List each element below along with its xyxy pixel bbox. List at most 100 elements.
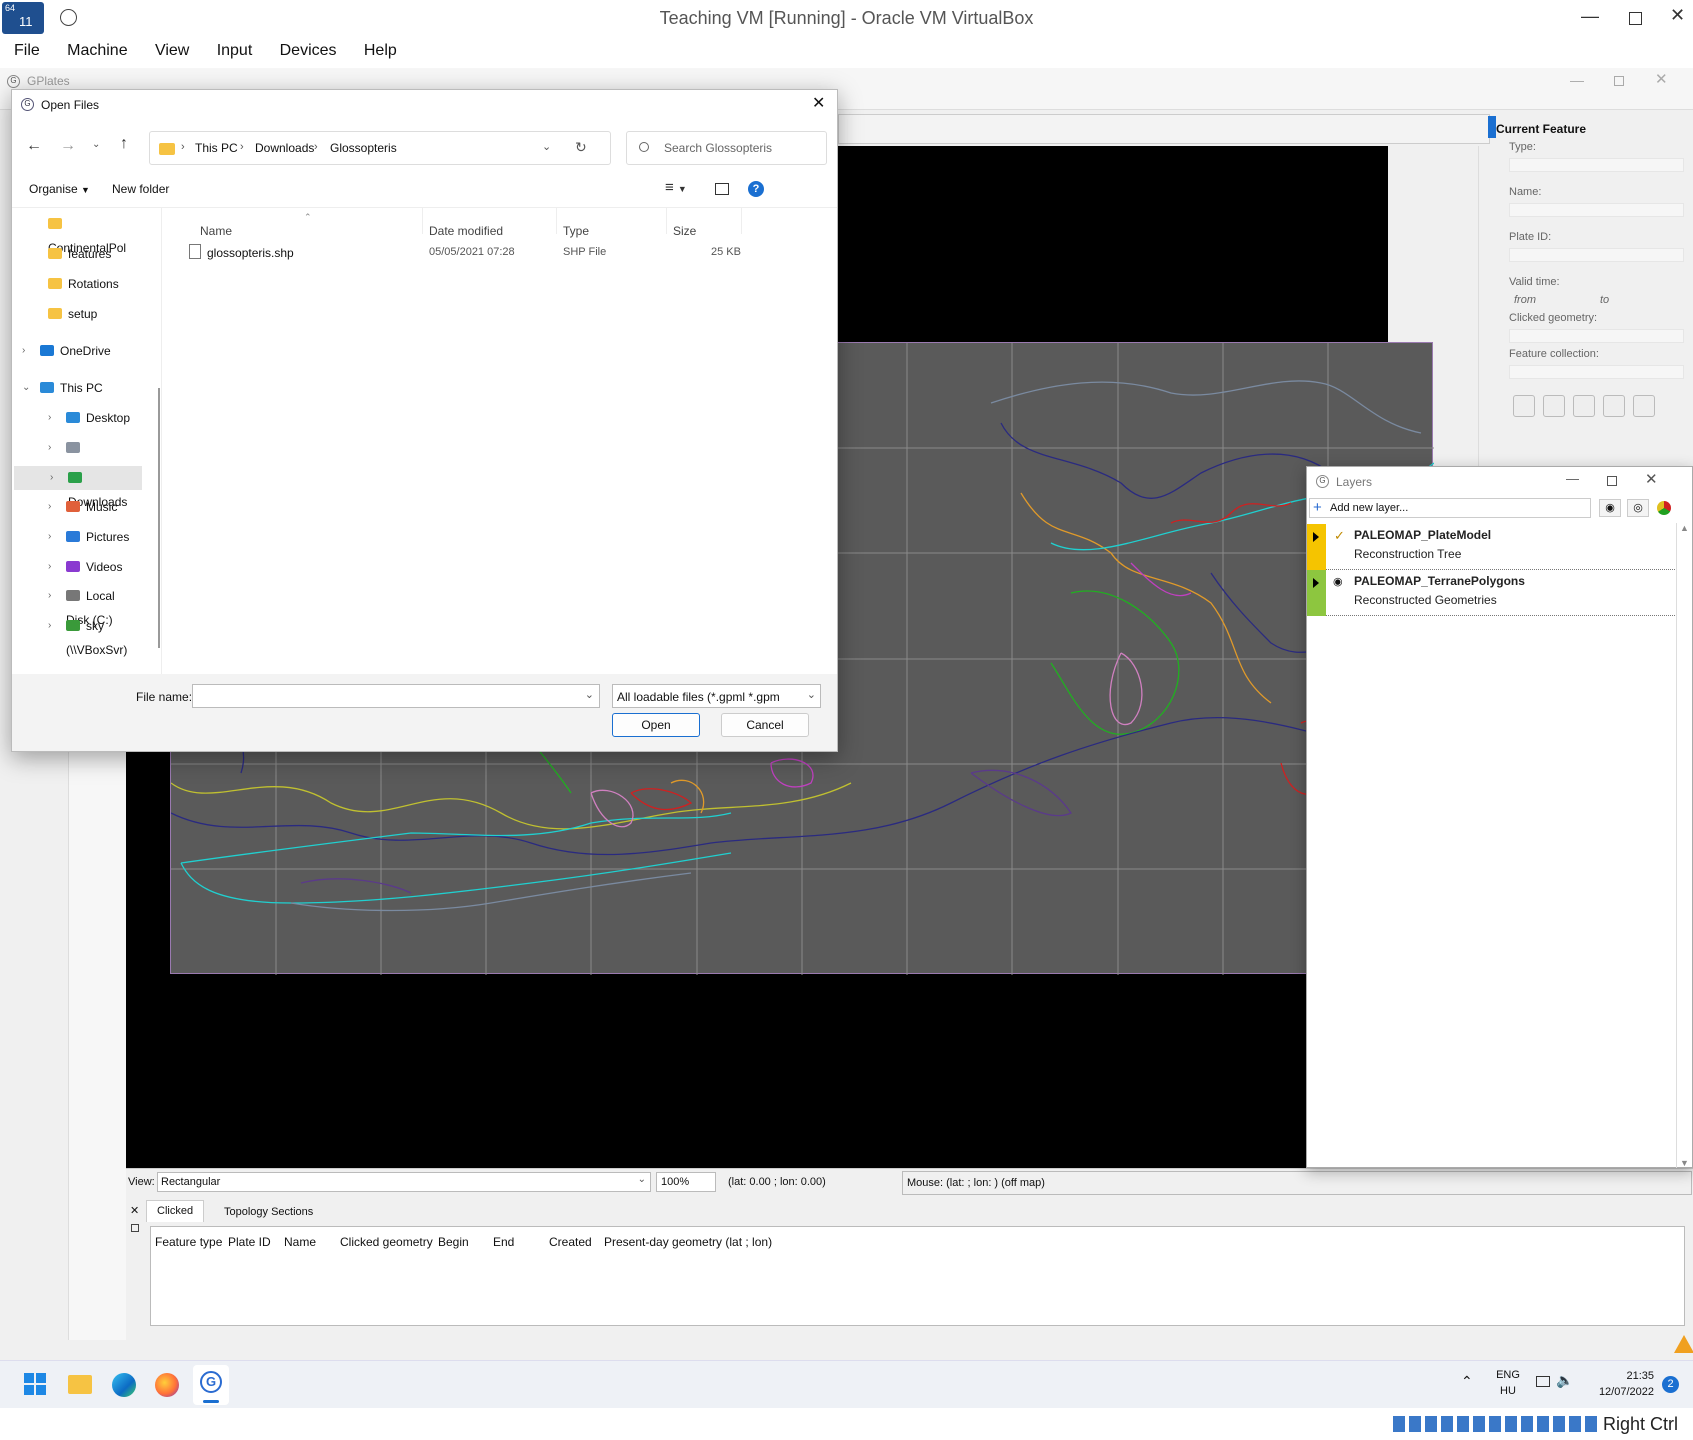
menu-file[interactable]: File <box>14 42 40 60</box>
layer-colouring-icon[interactable] <box>1657 501 1671 515</box>
chevron-icon[interactable]: › <box>48 614 51 638</box>
nav-item[interactable]: Rotations <box>12 272 140 296</box>
layers-minimize-button[interactable]: — <box>1566 471 1579 486</box>
view-select[interactable]: Rectangular ⌄ <box>157 1172 651 1192</box>
menu-view[interactable]: View <box>155 42 189 60</box>
tab-clicked[interactable]: Clicked <box>146 1200 205 1222</box>
nav-item[interactable]: › sky (\\VBoxSvr) <box>12 614 140 657</box>
clone-geometry-icon[interactable] <box>1573 395 1595 417</box>
file-name-input[interactable]: ⌄ <box>192 684 600 708</box>
column-clicked-geometry[interactable]: Clicked geometry <box>340 1235 433 1249</box>
menu-help[interactable]: Help <box>364 42 397 60</box>
layer-visible-eye-icon[interactable]: ◉ <box>1333 575 1343 588</box>
column-name-header[interactable]: Name <box>200 224 232 238</box>
menu-devices[interactable]: Devices <box>280 42 337 60</box>
nav-scrollbar[interactable] <box>158 388 160 648</box>
dialog-close-button[interactable]: ✕ <box>812 93 825 113</box>
layer-row-plate-model[interactable]: ✓ PALEOMAP_PlateModel Reconstruction Tre… <box>1307 524 1675 570</box>
column-end[interactable]: End <box>493 1235 514 1249</box>
edge-icon[interactable] <box>112 1373 136 1397</box>
preview-pane-icon[interactable] <box>715 183 729 195</box>
start-windows-icon[interactable] <box>24 1373 46 1395</box>
network-icon[interactable] <box>1536 1376 1550 1387</box>
chevron-icon[interactable]: › <box>48 584 51 608</box>
firefox-icon[interactable] <box>155 1373 179 1397</box>
show-all-layers-icon[interactable]: ◉ <box>1599 499 1621 517</box>
layer-row-terrane-polygons[interactable]: ◉ PALEOMAP_TerranePolygons Reconstructed… <box>1307 570 1675 616</box>
layers-close-button[interactable]: ✕ <box>1645 470 1658 488</box>
help-icon[interactable]: ? <box>748 181 764 197</box>
breadcrumb-glossopteris[interactable]: Glossopteris <box>330 141 397 155</box>
chevron-icon[interactable]: › <box>48 555 51 579</box>
back-button[interactable]: ← <box>26 137 42 155</box>
language-indicator[interactable]: ENG HU <box>1490 1367 1526 1399</box>
file-explorer-icon[interactable] <box>68 1375 92 1394</box>
view-options-icon[interactable]: ≡ ▼ <box>665 179 687 196</box>
file-type-filter[interactable]: All loadable files (*.gpml *.gpm ⌄ <box>612 684 821 708</box>
column-feature-type[interactable]: Feature type <box>155 1235 222 1249</box>
clone-feature-icon[interactable] <box>1603 395 1625 417</box>
column-created[interactable]: Created <box>549 1235 592 1249</box>
chevron-down-icon[interactable]: ⌄ <box>585 688 594 701</box>
refresh-icon[interactable]: ↻ <box>575 139 587 156</box>
nav-item[interactable]: features <box>12 242 140 266</box>
nav-item[interactable]: › Music <box>12 495 140 519</box>
recent-locations-button[interactable]: ⌄ <box>92 139 100 150</box>
nav-item[interactable]: setup <box>12 302 140 326</box>
chevron-icon[interactable]: › <box>50 466 53 490</box>
chevron-icon[interactable]: › <box>48 406 51 430</box>
layers-maximize-button[interactable] <box>1607 476 1617 486</box>
expand-arrow-icon[interactable] <box>1313 578 1319 588</box>
file-row[interactable]: glossopteris.shp 05/05/2021 07:28 SHP Fi… <box>183 242 763 266</box>
chevron-icon[interactable]: › <box>48 525 51 549</box>
clicked-features-table[interactable]: Feature type Plate ID Name Clicked geome… <box>150 1226 1685 1326</box>
warning-icon[interactable] <box>1674 1335 1693 1353</box>
delete-feature-icon[interactable] <box>1633 395 1655 417</box>
gplates-close-button[interactable]: ✕ <box>1655 70 1668 88</box>
column-date-header[interactable]: Date modified <box>429 224 503 238</box>
add-new-layer-button[interactable]: + Add new layer... <box>1309 498 1591 518</box>
breadcrumb-this-pc[interactable]: This PC <box>195 141 238 155</box>
nav-item[interactable]: ›Documents <box>12 436 140 479</box>
vbox-device-icons[interactable] <box>1393 1416 1599 1432</box>
nav-item[interactable]: ContinentalPol <box>12 212 140 255</box>
scroll-down-icon[interactable]: ▼ <box>1680 1158 1689 1168</box>
volume-icon[interactable]: 🔈 <box>1556 1372 1573 1389</box>
gplates-minimize-button[interactable]: — <box>1570 72 1584 88</box>
nav-item[interactable]: › Pictures <box>12 525 140 549</box>
forward-button[interactable]: → <box>60 137 76 155</box>
tab-topology-sections[interactable]: Topology Sections <box>214 1202 323 1222</box>
edit-feature-icon[interactable] <box>1543 395 1565 417</box>
close-button[interactable]: ✕ <box>1670 5 1685 26</box>
address-bar[interactable]: › This PC › Downloads › Glossopteris ⌄ ↻ <box>149 131 611 165</box>
hide-all-layers-icon[interactable]: ◎ <box>1627 499 1649 517</box>
nav-item[interactable]: › Local Disk (C:) <box>12 584 140 627</box>
menu-input[interactable]: Input <box>217 42 253 60</box>
open-button[interactable]: Open <box>612 713 700 737</box>
nav-item[interactable]: › Videos <box>12 555 140 579</box>
nav-item[interactable]: ⌄ This PC <box>12 376 140 400</box>
gplates-taskbar-icon[interactable]: G <box>193 1365 229 1405</box>
organise-button[interactable]: Organise ▼ <box>29 182 90 196</box>
column-present-day-geometry[interactable]: Present-day geometry (lat ; lon) <box>604 1235 772 1249</box>
chevron-icon[interactable]: › <box>22 339 25 363</box>
minimize-button[interactable]: — <box>1581 6 1599 27</box>
column-name[interactable]: Name <box>284 1235 316 1249</box>
notification-badge[interactable]: 2 <box>1662 1376 1679 1393</box>
breadcrumb-downloads[interactable]: Downloads <box>255 141 314 155</box>
up-button[interactable]: ↑ <box>120 135 128 153</box>
column-plate-id[interactable]: Plate ID <box>228 1235 271 1249</box>
nav-item[interactable]: › OneDrive <box>12 339 140 363</box>
search-box[interactable]: Search Glossopteris <box>626 131 827 165</box>
chevron-down-icon[interactable]: ⌄ <box>542 140 551 153</box>
float-panel-icon[interactable] <box>131 1224 139 1232</box>
layer-visible-checkbox[interactable]: ✓ <box>1334 529 1348 543</box>
nav-item[interactable]: › Downloads <box>14 466 142 509</box>
chevron-icon[interactable]: ⌄ <box>22 376 30 400</box>
cancel-button[interactable]: Cancel <box>721 713 809 737</box>
chevron-icon[interactable]: › <box>48 436 51 460</box>
zoom-input[interactable]: 100% <box>656 1172 716 1192</box>
chevron-icon[interactable]: › <box>48 495 51 519</box>
close-panel-icon[interactable]: ✕ <box>130 1204 139 1217</box>
expand-arrow-icon[interactable] <box>1313 532 1319 542</box>
